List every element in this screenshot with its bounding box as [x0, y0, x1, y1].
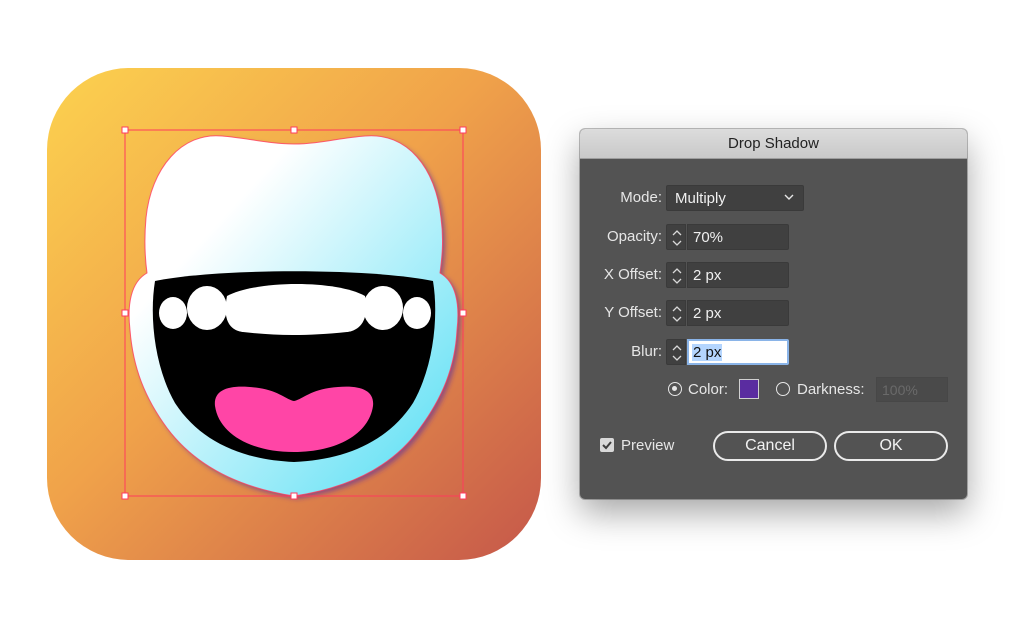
blur-label: Blur: — [631, 343, 662, 360]
stepper-arrows-icon — [672, 345, 682, 361]
y-offset-label-wrap: Y Offset: — [580, 300, 662, 326]
tooth-left-outer — [159, 297, 187, 329]
drop-shadow-dialog: Drop Shadow Mode: Multiply Opacity: 70% … — [580, 129, 967, 499]
dialog-title: Drop Shadow — [728, 135, 819, 152]
blur-stepper[interactable] — [666, 339, 686, 365]
blur-value: 2 px — [692, 343, 723, 361]
mode-label: Mode: — [620, 189, 662, 206]
opacity-stepper[interactable] — [666, 224, 686, 250]
shadow-color-swatch[interactable] — [739, 379, 759, 399]
darkness-input[interactable]: 100% — [876, 377, 948, 402]
y-offset-value: 2 px — [693, 304, 722, 322]
blur-input[interactable]: 2 px — [687, 339, 789, 365]
checkmark-icon — [602, 441, 612, 450]
cancel-button[interactable]: Cancel — [713, 431, 827, 461]
ok-button-label: OK — [879, 437, 903, 454]
color-label: Color: — [688, 381, 729, 398]
tooth-left-inner — [187, 286, 227, 330]
opacity-label-wrap: Opacity: — [580, 224, 662, 250]
dialog-titlebar[interactable]: Drop Shadow — [580, 129, 967, 159]
stepper-arrows-icon — [672, 230, 682, 246]
artboard-artwork — [47, 68, 541, 560]
app-icon-artwork — [47, 68, 541, 560]
darkness-value: 100% — [882, 381, 918, 398]
chevron-down-icon — [784, 194, 794, 200]
opacity-label: Opacity: — [606, 228, 662, 245]
tooth-right-outer — [403, 297, 431, 329]
opacity-value: 70% — [693, 228, 724, 246]
x-offset-stepper[interactable] — [666, 262, 686, 288]
stepper-arrows-icon — [672, 306, 682, 322]
preview-checkbox[interactable] — [600, 438, 614, 452]
ok-button[interactable]: OK — [834, 431, 948, 461]
y-offset-stepper[interactable] — [666, 300, 686, 326]
darkness-label: Darkness: — [797, 381, 865, 398]
mode-select[interactable]: Multiply — [666, 185, 804, 211]
tooth-right-inner — [363, 286, 403, 330]
stepper-arrows-icon — [672, 268, 682, 284]
cancel-button-label: Cancel — [745, 437, 795, 454]
preview-label: Preview — [621, 437, 675, 454]
teeth-center — [225, 284, 367, 335]
x-offset-input[interactable]: 2 px — [687, 262, 789, 288]
y-offset-label: Y Offset: — [604, 304, 662, 321]
color-radio[interactable] — [668, 382, 682, 396]
x-offset-value: 2 px — [693, 266, 722, 284]
y-offset-input[interactable]: 2 px — [687, 300, 789, 326]
mode-value: Multiply — [675, 189, 726, 207]
blur-label-wrap: Blur: — [580, 339, 662, 365]
opacity-input[interactable]: 70% — [687, 224, 789, 250]
x-offset-label-wrap: X Offset: — [580, 262, 662, 288]
darkness-radio[interactable] — [776, 382, 790, 396]
x-offset-label: X Offset: — [603, 266, 662, 283]
teeth — [159, 284, 431, 335]
mode-label-wrap: Mode: — [580, 185, 662, 211]
